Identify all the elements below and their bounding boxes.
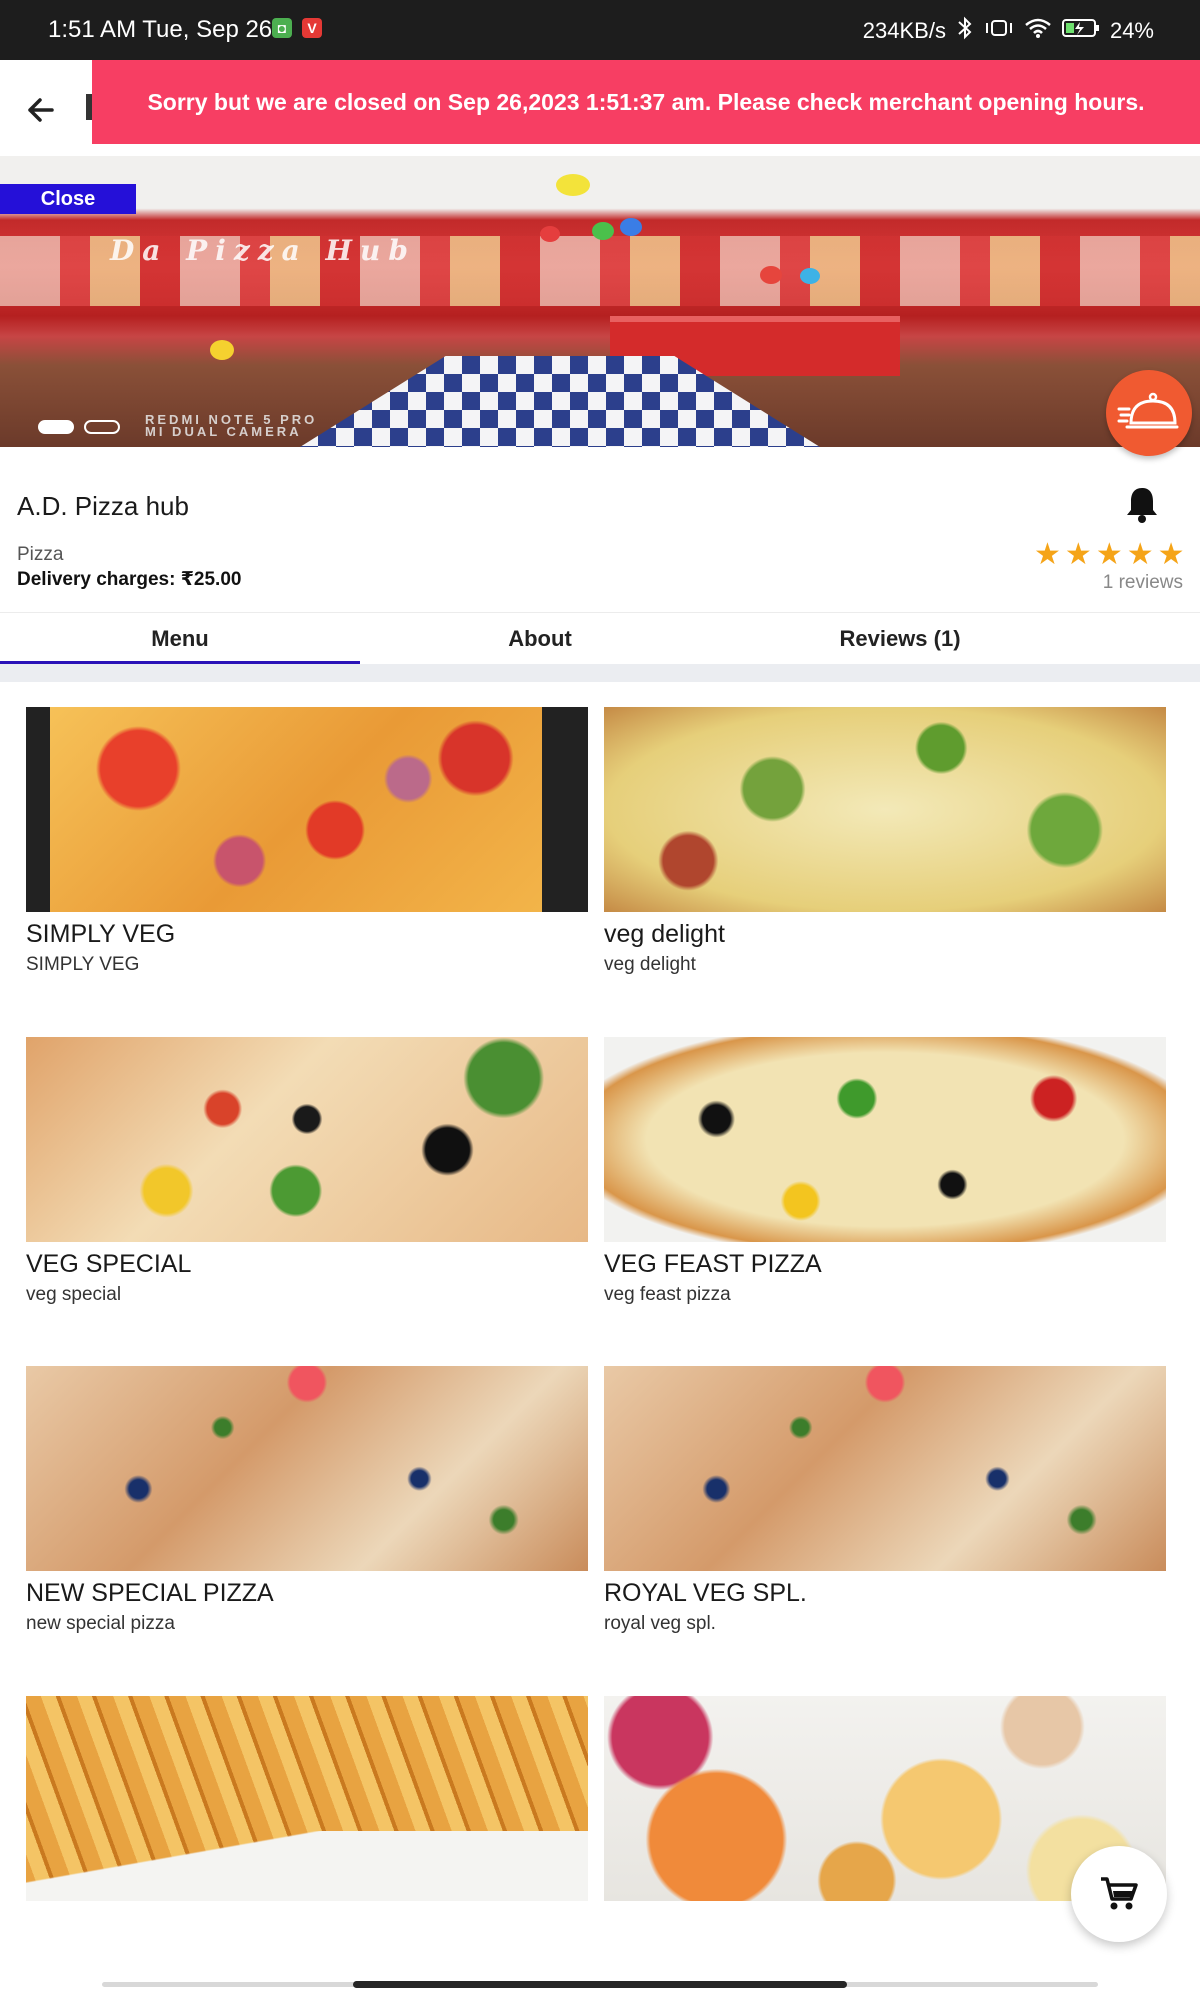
scroll-thumb[interactable] bbox=[353, 1981, 847, 1988]
menu-item[interactable]: NEW SPECIAL PIZZA new special pizza bbox=[26, 1366, 588, 1635]
menu-item-image bbox=[26, 1696, 588, 1901]
app-v-icon: V bbox=[302, 18, 322, 38]
menu-item-subtitle: SIMPLY VEG bbox=[26, 954, 140, 975]
balloon bbox=[620, 218, 642, 236]
menu-item[interactable]: VEG SPECIAL veg special bbox=[26, 1037, 588, 1306]
menu-item-title: VEG FEAST PIZZA bbox=[604, 1250, 822, 1278]
menu-item-title: ROYAL VEG SPL. bbox=[604, 1579, 807, 1607]
network-speed: 234KB/s bbox=[862, 18, 946, 43]
tab-bar: Menu About Reviews (1) bbox=[0, 612, 1200, 665]
tab-reviews[interactable]: Reviews (1) bbox=[720, 613, 1080, 665]
balloon bbox=[540, 226, 560, 242]
menu-item[interactable]: SIMPLY VEG SIMPLY VEG bbox=[26, 707, 588, 976]
balloon bbox=[556, 174, 590, 196]
menu-item-image bbox=[604, 707, 1166, 912]
wifi-icon bbox=[1024, 17, 1052, 45]
delivery-button[interactable] bbox=[1106, 370, 1192, 456]
balloon bbox=[592, 222, 614, 240]
hero-sign: Da Pizza Hub bbox=[110, 234, 416, 267]
close-button[interactable]: Close bbox=[0, 184, 136, 214]
back-button[interactable] bbox=[20, 88, 64, 132]
delivery-charges: Delivery charges: ₹25.00 bbox=[17, 569, 242, 590]
hero-carousel[interactable]: Da Pizza Hub bbox=[0, 156, 1200, 447]
star-icon: ★ bbox=[1157, 538, 1185, 571]
watermark-line: MI DUAL CAMERA bbox=[145, 424, 302, 439]
camera-watermark: REDMI NOTE 5 PRO MI DUAL CAMERA bbox=[145, 413, 317, 439]
cart-button[interactable] bbox=[1071, 1846, 1167, 1942]
menu-item-image bbox=[604, 1037, 1166, 1242]
balloon bbox=[210, 340, 234, 360]
menu-item-subtitle: veg special bbox=[26, 1284, 122, 1305]
menu-item-title: NEW SPECIAL PIZZA bbox=[26, 1579, 274, 1607]
status-time: 1:51 AM Tue, Sep 26 bbox=[48, 16, 273, 43]
balloon bbox=[760, 266, 782, 284]
merchant-category: Pizza bbox=[17, 544, 64, 565]
menu-item-subtitle: veg feast pizza bbox=[604, 1284, 731, 1305]
menu-item-subtitle: veg delight bbox=[604, 954, 696, 975]
closed-banner: Sorry but we are closed on Sep 26,2023 1… bbox=[92, 60, 1200, 148]
menu-item-title: VEG SPECIAL bbox=[26, 1250, 192, 1278]
menu-item-image bbox=[26, 1366, 588, 1571]
status-right: 234KB/s 24% bbox=[863, 16, 1154, 46]
reviews-count[interactable]: 1 reviews bbox=[1103, 572, 1183, 594]
image-letterbox bbox=[542, 707, 588, 912]
tab-about[interactable]: About bbox=[360, 613, 720, 665]
star-icon: ★ bbox=[1064, 538, 1092, 571]
merchant-name: A.D. Pizza hub bbox=[17, 491, 189, 521]
balloon bbox=[800, 268, 820, 284]
tab-menu[interactable]: Menu bbox=[0, 613, 360, 665]
menu-item-title: SIMPLY VEG bbox=[26, 920, 176, 948]
tab-divider bbox=[0, 664, 1200, 682]
battery-percent: 24% bbox=[1109, 18, 1154, 43]
vibrate-icon bbox=[984, 17, 1014, 45]
menu-item-subtitle: new special pizza bbox=[26, 1613, 175, 1634]
star-icon: ★ bbox=[1126, 538, 1154, 571]
fries-box bbox=[26, 1831, 588, 1901]
status-bar: 1:51 AM Tue, Sep 26 ◘ V 234KB/s 24% bbox=[0, 0, 1200, 60]
carousel-dots bbox=[38, 420, 120, 434]
delivery-cloche-icon bbox=[1117, 392, 1179, 429]
menu-item-subtitle: royal veg spl. bbox=[604, 1613, 716, 1634]
rating-stars: ★ ★ ★ ★ ★ bbox=[1034, 540, 1185, 570]
bluetooth-icon bbox=[956, 16, 974, 46]
carousel-dot[interactable] bbox=[84, 420, 120, 434]
menu-item[interactable]: veg delight veg delight bbox=[604, 707, 1166, 976]
star-icon: ★ bbox=[1095, 538, 1123, 571]
notification-bell-button[interactable] bbox=[1124, 484, 1160, 524]
bell-icon bbox=[1127, 488, 1157, 523]
menu-item-image bbox=[26, 1037, 588, 1242]
carousel-dot-active[interactable] bbox=[38, 420, 74, 434]
back-arrow-icon bbox=[28, 98, 54, 122]
cart-icon bbox=[1101, 1877, 1138, 1910]
star-icon: ★ bbox=[1034, 538, 1061, 571]
menu-item-image bbox=[604, 1366, 1166, 1571]
app-notification-icon: ◘ bbox=[272, 18, 292, 38]
menu-item-title: veg delight bbox=[604, 920, 725, 948]
battery-charging-icon bbox=[1061, 18, 1100, 44]
image-letterbox bbox=[26, 707, 50, 912]
menu-item[interactable]: VEG FEAST PIZZA veg feast pizza bbox=[604, 1037, 1166, 1306]
menu-item-image bbox=[26, 707, 588, 912]
menu-item[interactable] bbox=[26, 1696, 588, 1901]
menu-item[interactable]: ROYAL VEG SPL. royal veg spl. bbox=[604, 1366, 1166, 1635]
